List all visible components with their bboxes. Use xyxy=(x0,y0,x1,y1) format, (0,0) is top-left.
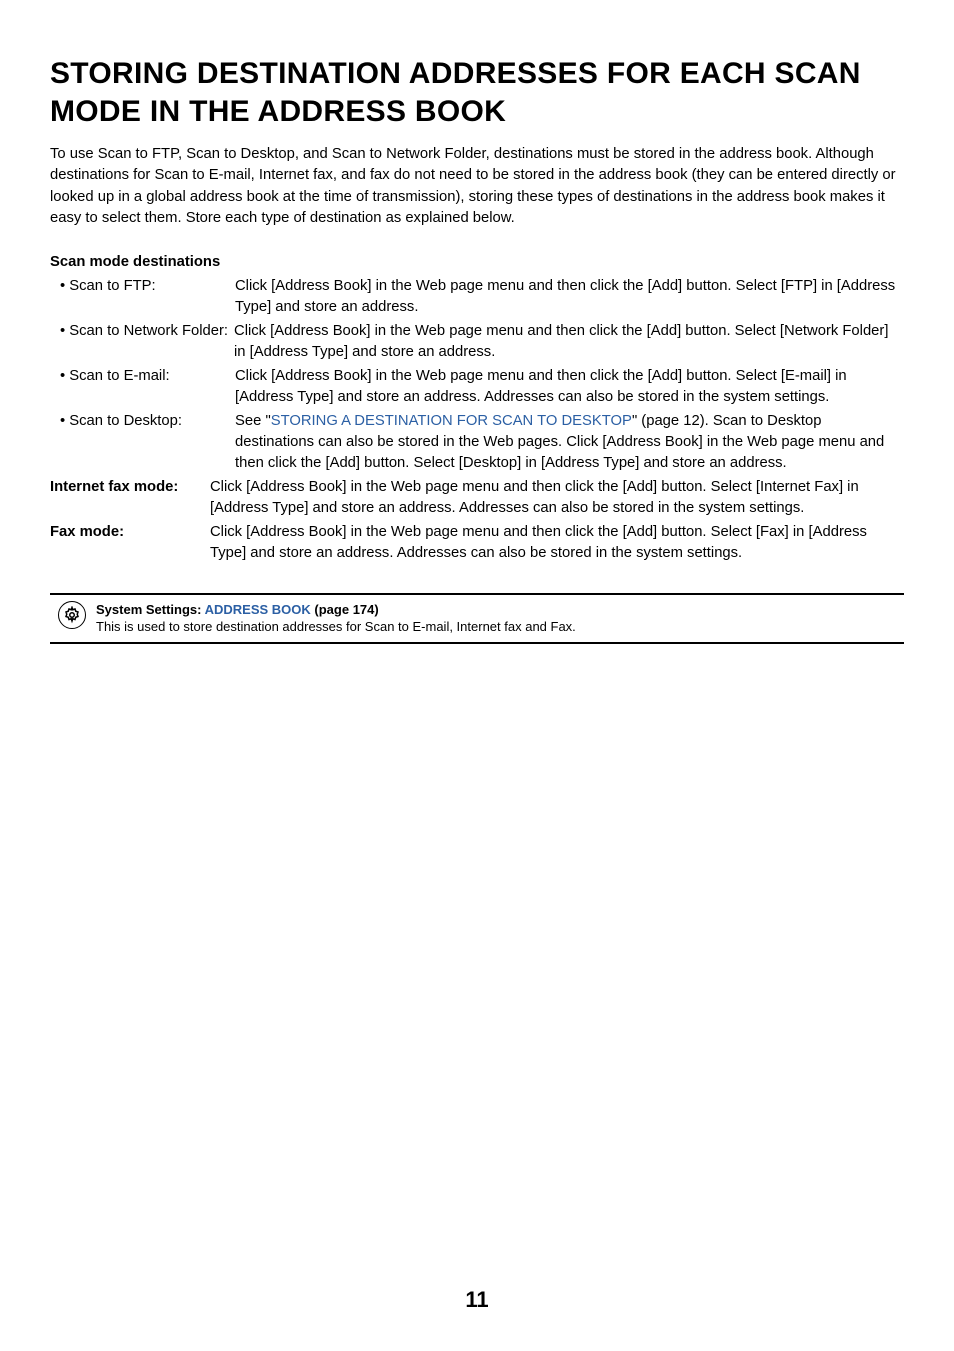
page-number: 11 xyxy=(0,1287,954,1313)
label-scan-to-network-folder: • Scan to Network Folder: xyxy=(50,321,228,364)
intro-paragraph: To use Scan to FTP, Scan to Desktop, and… xyxy=(50,144,904,230)
desc-fax-mode: Click [Address Book] in the Web page men… xyxy=(210,522,904,565)
row-internet-fax-mode: Internet fax mode: Click [Address Book] … xyxy=(50,477,904,520)
desc-scan-to-ftp: Click [Address Book] in the Web page men… xyxy=(235,276,904,319)
link-storing-destination-scan-desktop[interactable]: STORING A DESTINATION FOR SCAN TO DESKTO… xyxy=(271,413,632,429)
link-address-book[interactable]: ADDRESS BOOK xyxy=(205,602,311,617)
scan-mode-subhead: Scan mode destinations xyxy=(50,254,904,270)
desc-scan-to-desktop-before: See " xyxy=(235,413,271,429)
desc-internet-fax-mode: Click [Address Book] in the Web page men… xyxy=(210,477,904,520)
note-body: This is used to store destination addres… xyxy=(96,619,576,634)
label-internet-fax-mode: Internet fax mode: xyxy=(50,477,210,520)
gear-icon xyxy=(58,601,86,629)
note-text: System Settings: ADDRESS BOOK (page 174)… xyxy=(96,601,576,636)
note-title-prefix: System Settings: xyxy=(96,602,205,617)
row-scan-to-network-folder: • Scan to Network Folder: Click [Address… xyxy=(50,321,904,364)
row-fax-mode: Fax mode: Click [Address Book] in the We… xyxy=(50,522,904,565)
row-scan-to-desktop: • Scan to Desktop: See "STORING A DESTIN… xyxy=(50,411,904,475)
label-fax-mode: Fax mode: xyxy=(50,522,210,565)
row-scan-to-email: • Scan to E-mail: Click [Address Book] i… xyxy=(50,366,904,409)
page-title: STORING DESTINATION ADDRESSES FOR EACH S… xyxy=(50,55,904,130)
note-title-suffix: (page 174) xyxy=(311,602,379,617)
desc-scan-to-desktop: See "STORING A DESTINATION FOR SCAN TO D… xyxy=(235,411,904,475)
desc-scan-to-network-folder: Click [Address Book] in the Web page men… xyxy=(234,321,904,364)
label-scan-to-email: • Scan to E-mail: xyxy=(50,366,235,409)
desc-scan-to-email: Click [Address Book] in the Web page men… xyxy=(235,366,904,409)
label-scan-to-desktop: • Scan to Desktop: xyxy=(50,411,235,475)
label-scan-to-ftp: • Scan to FTP: xyxy=(50,276,235,319)
row-scan-to-ftp: • Scan to FTP: Click [Address Book] in t… xyxy=(50,276,904,319)
system-settings-note: System Settings: ADDRESS BOOK (page 174)… xyxy=(50,593,904,644)
